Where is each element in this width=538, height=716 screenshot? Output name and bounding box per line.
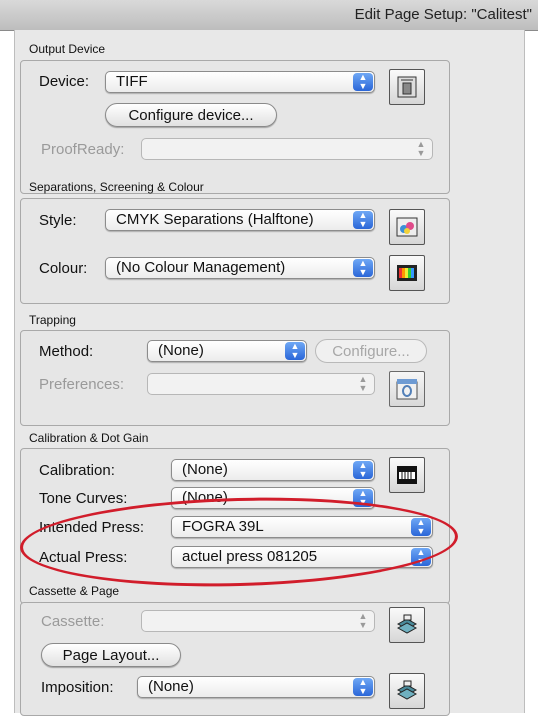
calibration-heading: Calibration & Dot Gain (29, 431, 149, 445)
page-layout-button[interactable]: Page Layout... (41, 643, 181, 667)
cassette-heading: Cassette & Page (29, 584, 120, 598)
calibration-label: Calibration: (39, 462, 115, 479)
cassette-label: Cassette: (41, 613, 105, 630)
trapping-heading: Trapping (29, 313, 76, 327)
method-label: Method: (39, 343, 94, 360)
calibration-popup-value: (None) (182, 461, 228, 478)
calibration-group: Calibration: (None) ▲ ▼ Tone Curves: (Non… (20, 448, 450, 604)
popup-arrows-icon: ▲ ▼ (353, 461, 373, 479)
cassette-popup[interactable]: ▲ ▼ (141, 610, 375, 632)
calibration-editor-icon[interactable] (389, 457, 425, 493)
trapping-group: Method: (None) ▲ ▼ Configure... Preferenc… (20, 330, 450, 426)
window-titlebar: Edit Page Setup: "Calitest" (0, 0, 538, 31)
proofready-popup[interactable]: ▲ ▼ (141, 138, 433, 160)
preferences-popup[interactable]: ▲ ▼ (147, 373, 375, 395)
imposition-label: Imposition: (41, 679, 114, 696)
imposition-settings-icon[interactable] (389, 673, 425, 709)
colour-popup[interactable]: (No Colour Management) ▲ ▼ (105, 257, 375, 279)
cassette-group: Cassette: ▲ ▼ Page Layout... Imposition: … (20, 602, 450, 716)
screening-settings-icon[interactable] (389, 209, 425, 245)
actual-press-popup[interactable]: actuel press 081205 ▲ ▼ (171, 546, 433, 568)
actual-press-popup-value: actuel press 081205 (182, 548, 318, 565)
popup-arrows-icon: ▲ ▼ (416, 139, 426, 158)
style-popup[interactable]: CMYK Separations (Halftone) ▲ ▼ (105, 209, 375, 231)
proofready-label: ProofReady: (41, 141, 125, 158)
imposition-popup-value: (None) (148, 678, 194, 695)
tone-curves-popup-value: (None) (182, 489, 228, 506)
colour-label: Colour: (39, 260, 88, 277)
method-popup-value: (None) (158, 342, 204, 359)
output-device-group: Device: TIFF ▲ ▼ Configure device... Proo… (20, 60, 450, 194)
calibration-popup[interactable]: (None) ▲ ▼ (171, 459, 375, 481)
cassette-settings-icon[interactable] (389, 607, 425, 643)
output-device-heading: Output Device (29, 42, 106, 56)
trapping-configure-button[interactable]: Configure... (315, 339, 427, 363)
popup-arrows-icon: ▲ ▼ (353, 73, 373, 91)
page-setup-panel: Output Device Device: TIFF ▲ ▼ Configure … (14, 30, 525, 716)
device-popup[interactable]: TIFF ▲ ▼ (105, 71, 375, 93)
popup-arrows-icon: ▲ ▼ (285, 342, 305, 360)
preferences-label: Preferences: (39, 376, 125, 393)
actual-press-label: Actual Press: (39, 549, 128, 566)
device-settings-icon[interactable] (389, 69, 425, 105)
trapping-preferences-icon[interactable] (389, 371, 425, 407)
intended-press-popup[interactable]: FOGRA 39L ▲ ▼ (171, 516, 433, 538)
popup-arrows-icon: ▲ ▼ (411, 518, 431, 536)
popup-arrows-icon: ▲ ▼ (353, 678, 373, 696)
style-label: Style: (39, 212, 77, 229)
popup-arrows-icon: ▲ ▼ (358, 611, 368, 630)
popup-arrows-icon: ▲ ▼ (353, 489, 373, 507)
popup-arrows-icon: ▲ ▼ (353, 211, 373, 229)
style-popup-value: CMYK Separations (Halftone) (116, 211, 314, 228)
intended-press-popup-value: FOGRA 39L (182, 518, 264, 535)
separations-heading: Separations, Screening & Colour (29, 180, 204, 194)
popup-arrows-icon: ▲ ▼ (411, 548, 431, 566)
intended-press-label: Intended Press: (39, 519, 145, 536)
device-popup-value: TIFF (116, 73, 148, 90)
popup-arrows-icon: ▲ ▼ (358, 374, 368, 393)
window-title: Edit Page Setup: "Calitest" (354, 6, 532, 23)
configure-device-button[interactable]: Configure device... (105, 103, 277, 127)
device-label: Device: (39, 73, 90, 90)
imposition-popup[interactable]: (None) ▲ ▼ (137, 676, 375, 698)
separations-group: Style: CMYK Separations (Halftone) ▲ ▼ Co… (20, 198, 450, 304)
tone-curves-popup[interactable]: (None) ▲ ▼ (171, 487, 375, 509)
colour-management-icon[interactable] (389, 255, 425, 291)
method-popup[interactable]: (None) ▲ ▼ (147, 340, 307, 362)
colour-popup-value: (No Colour Management) (116, 259, 286, 276)
popup-arrows-icon: ▲ ▼ (353, 259, 373, 277)
tone-curves-label: Tone Curves: (39, 490, 128, 507)
